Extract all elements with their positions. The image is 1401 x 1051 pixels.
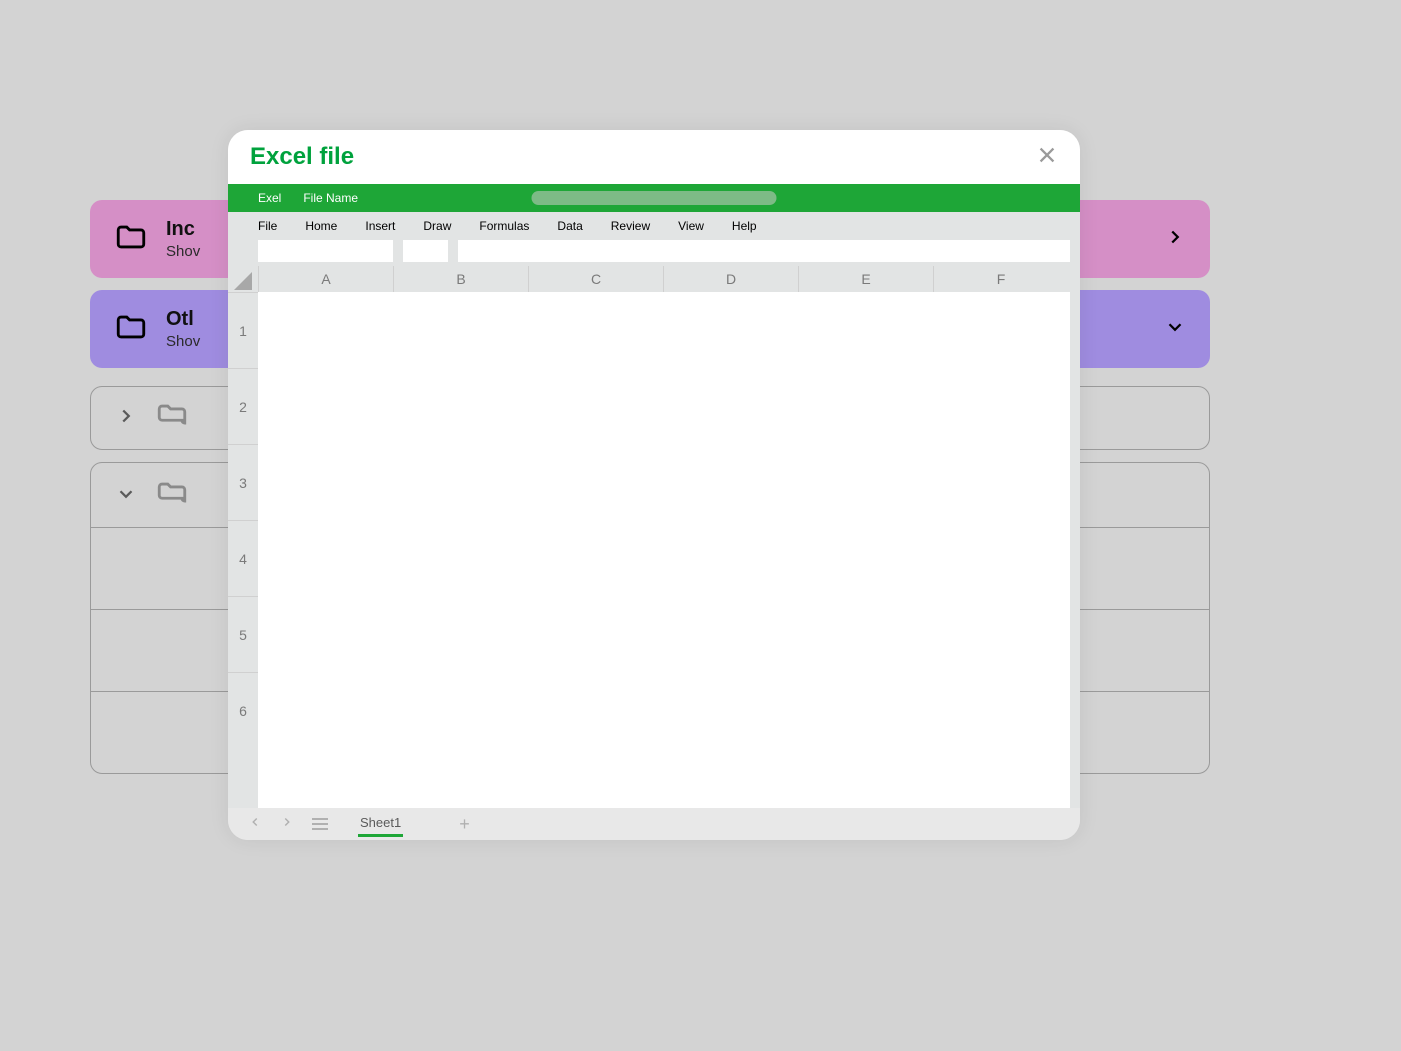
ribbon-tab-view[interactable]: View: [678, 219, 704, 233]
ribbon-tab-insert[interactable]: Insert: [365, 219, 395, 233]
col-header-c[interactable]: C: [528, 266, 663, 292]
sheet-tab[interactable]: Sheet1: [358, 811, 403, 837]
modal-title: Excel file: [250, 143, 354, 171]
cells-grid[interactable]: [258, 292, 1070, 808]
folder-icon: [155, 477, 189, 516]
fx-box[interactable]: [403, 240, 448, 262]
ribbon-tab-formulas[interactable]: Formulas: [479, 219, 529, 233]
select-all-corner[interactable]: [234, 272, 252, 290]
row-headers: 1 2 3 4 5 6: [228, 292, 258, 808]
row-header-4[interactable]: 4: [228, 520, 258, 596]
folder-icon: [114, 220, 148, 259]
card-title: Inc: [166, 218, 200, 241]
title-bar: Exel File Name: [228, 184, 1080, 212]
name-box[interactable]: [258, 240, 393, 262]
close-icon[interactable]: [1036, 144, 1058, 171]
card-sub: Shov: [166, 243, 200, 260]
card-sub: Shov: [166, 333, 200, 350]
col-header-a[interactable]: A: [258, 266, 393, 292]
column-headers: A B C D E F: [258, 266, 1070, 292]
excel-modal: Excel file Exel File Name File Home Inse…: [228, 130, 1080, 840]
col-header-d[interactable]: D: [663, 266, 798, 292]
sheet-area: A B C D E F 1 2 3 4 5 6: [228, 266, 1080, 808]
all-sheets-icon[interactable]: [312, 818, 328, 830]
sheet-footer: Sheet1 +: [228, 808, 1080, 840]
nav-next-icon[interactable]: [280, 815, 294, 834]
col-header-f[interactable]: F: [933, 266, 1068, 292]
app-name: Exel: [258, 191, 281, 205]
row-header-2[interactable]: 2: [228, 368, 258, 444]
col-header-b[interactable]: B: [393, 266, 528, 292]
modal-header: Excel file: [228, 130, 1080, 184]
ribbon-tab-file[interactable]: File: [258, 219, 277, 233]
chevron-down-icon[interactable]: [115, 483, 137, 510]
row-header-6[interactable]: 6: [228, 672, 258, 748]
card-title: Otl: [166, 308, 200, 331]
formula-bar-row: [228, 240, 1080, 266]
row-header-5[interactable]: 5: [228, 596, 258, 672]
ribbon-tab-review[interactable]: Review: [611, 219, 650, 233]
row-header-3[interactable]: 3: [228, 444, 258, 520]
col-header-e[interactable]: E: [798, 266, 933, 292]
chevron-right-icon[interactable]: [1164, 226, 1186, 253]
ribbon-tab-data[interactable]: Data: [557, 219, 582, 233]
file-name[interactable]: File Name: [303, 191, 358, 205]
folder-icon: [114, 310, 148, 349]
search-pill[interactable]: [532, 191, 777, 205]
ribbon-tab-home[interactable]: Home: [305, 219, 337, 233]
ribbon-tabs: File Home Insert Draw Formulas Data Revi…: [228, 212, 1080, 240]
formula-bar[interactable]: [458, 240, 1070, 262]
ribbon-tab-help[interactable]: Help: [732, 219, 757, 233]
chevron-right-icon[interactable]: [115, 405, 137, 432]
add-sheet-button[interactable]: +: [459, 814, 470, 835]
ribbon-tab-draw[interactable]: Draw: [423, 219, 451, 233]
folder-icon: [155, 399, 189, 438]
row-header-1[interactable]: 1: [228, 292, 258, 368]
chevron-down-icon[interactable]: [1164, 316, 1186, 343]
nav-prev-icon[interactable]: [248, 815, 262, 834]
